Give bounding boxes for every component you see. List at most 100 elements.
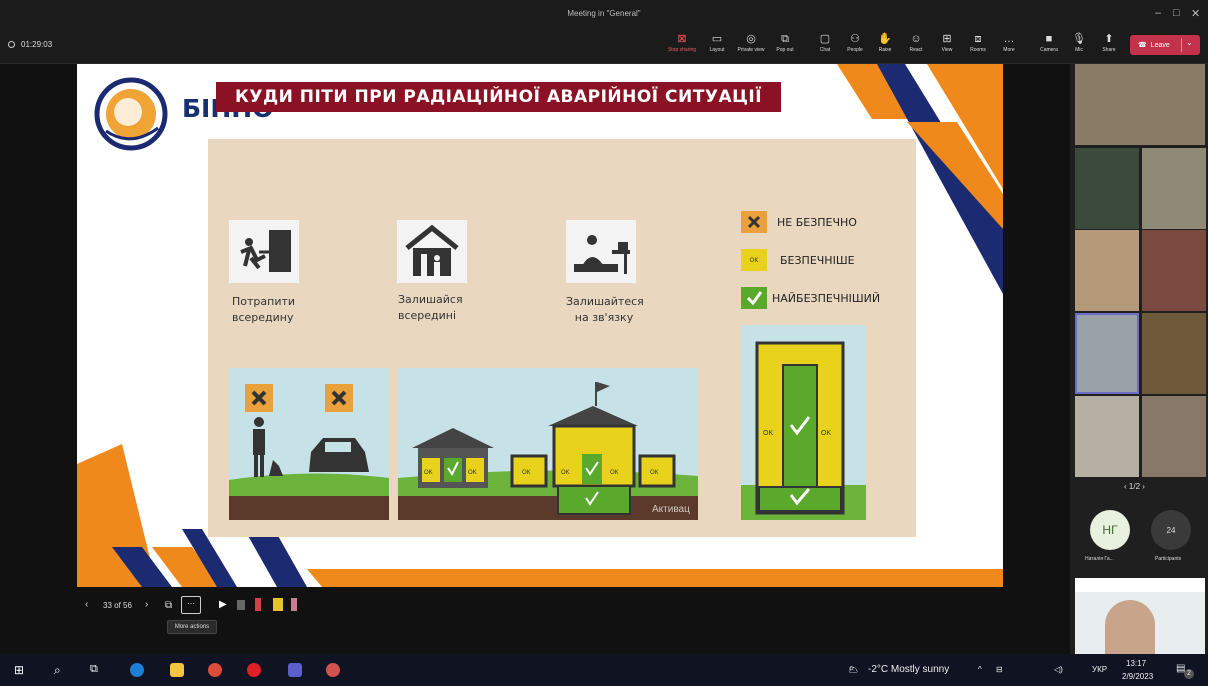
logo-emblem [94, 77, 168, 151]
more-actions-button[interactable]: ⋯ [181, 596, 201, 614]
red-pen-icon[interactable] [255, 598, 261, 611]
safest-legend-icon [741, 287, 767, 309]
shield-icon [8, 41, 15, 48]
slide-title: КУДИ ПІТИ ПРИ РАДІАЦІЙНОЇ АВАРІЙНОЇ СИТУ… [216, 82, 781, 112]
legend-safer: БЕЗПЕЧНІШЕ [780, 254, 855, 267]
pointer-icon[interactable]: ▶ [219, 599, 227, 610]
legend-unsafe: НЕ БЕЗПЕЧНО [777, 216, 857, 229]
svg-text:OK: OK [424, 470, 433, 476]
window-title: Meeting in "General" [567, 9, 641, 18]
leave-label: Leave [1150, 41, 1170, 49]
svg-text:OK: OK [650, 470, 659, 476]
radio-desk-icon [566, 220, 636, 283]
houses-safety-illustration: OK OK OK OK OK OK Активац [398, 368, 698, 520]
highlighter-icon[interactable] [273, 598, 283, 611]
svg-text:OK: OK [522, 470, 531, 476]
more-actions-tooltip: More actions [167, 620, 217, 634]
meeting-toolbar: 01:29:03 ⊠ Stop sharing ▭ Layout ◎ Private … [0, 28, 1208, 64]
eye-icon: ◎ [746, 33, 756, 45]
pink-pen-icon[interactable] [291, 598, 297, 611]
chat-icon: ▢ [819, 33, 831, 45]
caption-get-inside: Потрапити всередину [232, 295, 296, 324]
participant-video[interactable] [1142, 396, 1206, 477]
clock-time[interactable]: 13:17 [1126, 659, 1146, 668]
enter-door-icon [229, 220, 299, 283]
tray-chevron-up-icon[interactable]: ^ [978, 665, 982, 674]
safer-legend-icon: OK [741, 249, 767, 271]
phone-icon: ☎ [1138, 42, 1147, 49]
participants-count-avatar[interactable]: 24 [1151, 510, 1191, 550]
window-titlebar: Meeting in "General" – □ ✕ [0, 0, 1208, 28]
layout-icon: ▭ [711, 33, 723, 45]
participant-video[interactable] [1142, 148, 1206, 229]
unsafe-legend-icon [741, 211, 767, 233]
more-button[interactable]: … More [994, 32, 1024, 60]
caption-stay-connected: Залишайтеся на зв'язку [566, 295, 644, 324]
svg-text:Активац: Активац [652, 504, 690, 515]
chevron-down-icon[interactable]: ⌄ [1186, 38, 1193, 47]
app-icon[interactable] [326, 663, 340, 677]
more-icon: … [1003, 33, 1015, 45]
slide-counter: 33 of 56 [103, 601, 132, 610]
weather-text[interactable]: -2°C Mostly sunny [868, 664, 949, 675]
leave-button[interactable]: ☎ Leave ⌄ [1130, 35, 1200, 55]
chrome-icon[interactable] [208, 663, 222, 677]
next-slide-button[interactable]: › [145, 599, 148, 610]
task-view-icon[interactable]: ⧉ [90, 663, 104, 677]
leave-divider [1181, 38, 1182, 52]
participant-video[interactable] [1075, 396, 1139, 477]
hand-icon: ✋ [878, 33, 892, 45]
svg-text:OK: OK [561, 470, 570, 476]
participant-video[interactable] [1075, 148, 1139, 229]
participants-pager[interactable]: ‹ 1/2 › [1124, 482, 1145, 491]
language-indicator[interactable]: УКР [1092, 665, 1107, 674]
notification-badge: 2 [1184, 669, 1194, 679]
close-window-button[interactable]: ✕ [1191, 7, 1200, 20]
stop-share-icon: ⊠ [677, 33, 687, 45]
windows-taskbar: ⊞ ⌕ ⧉ 🌥 -2°C Mostly sunny ^ ⊟ ◁) УКР 13:… [0, 654, 1208, 686]
slides-grid-icon[interactable]: ⧉ [165, 600, 172, 611]
network-icon[interactable]: ⊟ [996, 665, 1003, 674]
search-icon[interactable]: ⌕ [54, 663, 68, 677]
weather-icon: 🌥 [848, 665, 859, 674]
participant-video[interactable] [1142, 230, 1206, 311]
svg-text:OK: OK [610, 470, 619, 476]
chevron-right-icon[interactable]: › [1140, 482, 1145, 491]
slide-controls: ‹ 33 of 56 › ⧉ ⋯ ▶ [77, 592, 477, 622]
participant-video[interactable] [1075, 64, 1205, 145]
prev-slide-button[interactable]: ‹ [85, 599, 88, 610]
legend-safest: НАЙБЕЗПЕЧНІШИЙ [772, 292, 881, 305]
svg-text:OK: OK [821, 430, 831, 437]
maximize-button[interactable]: □ [1173, 7, 1180, 19]
pop-out-button[interactable]: ⧉ Pop out [770, 32, 800, 60]
popout-icon: ⧉ [781, 33, 789, 45]
presenter-thumbnail[interactable] [1075, 578, 1205, 654]
teams-icon[interactable] [288, 663, 302, 677]
layout-button[interactable]: ▭ Layout [702, 32, 732, 60]
windows-start-icon[interactable]: ⊞ [14, 663, 28, 677]
volume-icon[interactable]: ◁) [1054, 665, 1063, 674]
participant-video[interactable] [1142, 313, 1206, 394]
participant-name: Наталія Га... [1085, 556, 1114, 562]
caption-stay-inside: Залишайся всередині [398, 293, 463, 322]
building-safety-illustration: OK OK [741, 325, 866, 520]
opera-icon[interactable] [247, 663, 261, 677]
stop-sharing-button[interactable]: ⊠ Stop sharing [667, 32, 697, 60]
participant-video[interactable] [1075, 230, 1139, 311]
file-explorer-icon[interactable] [170, 663, 184, 677]
minimize-button[interactable]: – [1155, 7, 1161, 19]
outdoor-unsafe-illustration [229, 368, 389, 520]
meeting-timer: 01:29:03 [8, 40, 52, 49]
people-icon: ⚇ [850, 33, 860, 45]
avatar-initials[interactable]: НГ [1090, 510, 1130, 550]
share-button[interactable]: ⬆ Share [1094, 32, 1124, 60]
clock-date[interactable]: 2/9/2023 [1122, 672, 1153, 681]
eraser-icon[interactable] [237, 600, 245, 610]
private-view-button[interactable]: ◎ Private view [736, 32, 766, 60]
rooms-icon: ⧈ [974, 33, 982, 45]
edge-icon[interactable] [130, 663, 144, 677]
participants-count-label: Participants [1155, 556, 1182, 562]
camera-icon: ■ [1045, 33, 1053, 45]
mic-icon: 🎙 [1072, 33, 1086, 45]
participant-video-active[interactable] [1075, 313, 1139, 394]
